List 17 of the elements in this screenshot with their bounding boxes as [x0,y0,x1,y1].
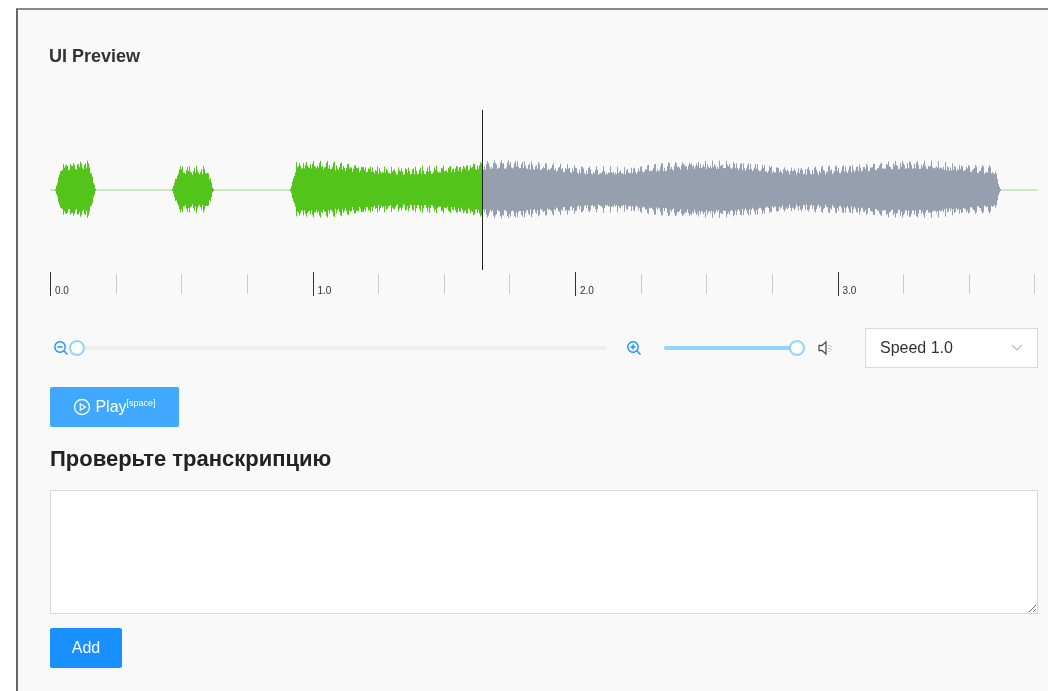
speed-select[interactable]: Speed 1.0 [865,328,1038,368]
time-label: 0.0 [55,286,69,296]
slider-handle[interactable] [789,340,805,356]
slider-handle[interactable] [69,340,85,356]
time-label: 2.0 [580,286,594,296]
add-button[interactable]: Add [50,628,122,668]
play-icon [73,398,92,416]
time-label: 3.0 [842,286,857,296]
transcription-field[interactable] [50,490,1038,614]
zoom-in-icon[interactable] [626,340,642,356]
chevron-down-icon [1011,344,1023,352]
playhead-cursor[interactable] [481,110,483,270]
section-heading: Проверьте транскрипцию [50,445,333,473]
play-button[interactable]: Play$^{[space]}$ [50,387,179,427]
time-label: 1.0 [317,286,332,296]
zoom-out-icon[interactable] [53,340,69,356]
panel-title: UI Preview [49,46,142,68]
